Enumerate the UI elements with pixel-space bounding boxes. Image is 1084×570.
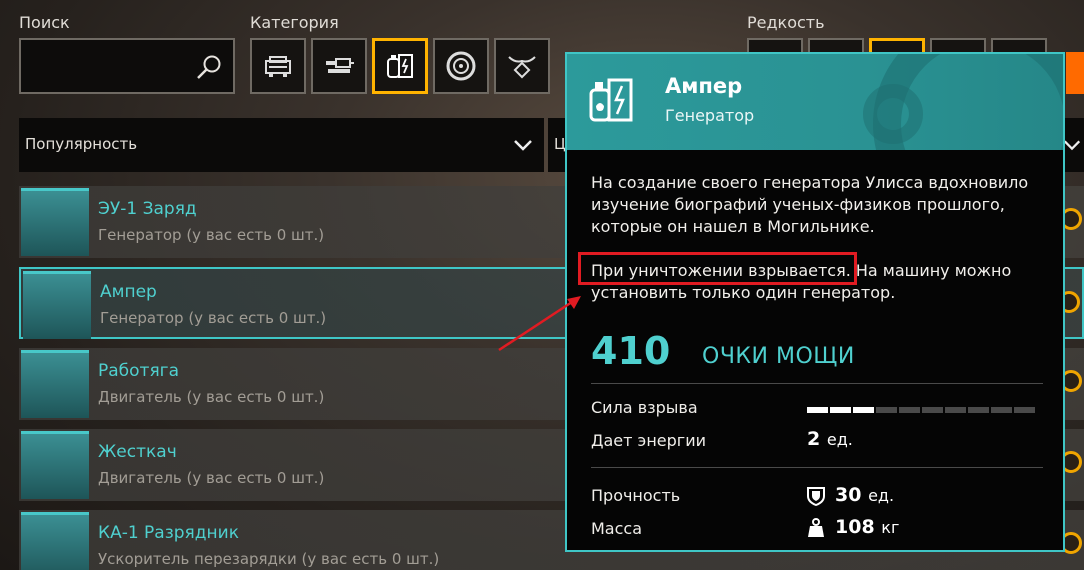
mass-number: 108	[835, 516, 875, 538]
item-name: Жесткач	[98, 442, 177, 462]
power-points-value: 410	[591, 329, 671, 373]
blast-level-segment	[1014, 407, 1035, 413]
chevron-down-icon	[514, 140, 532, 151]
item-name: Работяга	[98, 361, 180, 381]
shield-icon	[807, 487, 825, 506]
annotation-arrow-icon	[498, 296, 581, 352]
item-name: ЭУ-1 Заряд	[98, 199, 197, 219]
item-subtitle: Генератор (у вас есть 0 шт.)	[98, 226, 325, 244]
tooltip-header: Ампер Генератор	[567, 54, 1063, 150]
tooltip-type: Генератор	[665, 106, 755, 125]
category-wheel-button[interactable]	[433, 38, 489, 94]
item-subtitle: Двигатель (у вас есть 0 шт.)	[98, 388, 325, 406]
divider	[591, 467, 1043, 468]
wheel-icon	[446, 51, 476, 81]
item-subtitle: Ускоритель перезарядки (у вас есть 0 шт.…	[98, 550, 440, 568]
energy-value: 2 ед.	[807, 428, 853, 450]
blast-level-segment	[807, 407, 828, 413]
blast-level-segment	[899, 407, 920, 413]
energy-unit: ед.	[826, 430, 853, 449]
item-thumbnail	[23, 271, 91, 339]
blast-level-segment	[922, 407, 943, 413]
item-name: Ампер	[100, 282, 157, 302]
generator-icon	[589, 78, 633, 122]
tooltip-title: Ампер	[665, 74, 743, 98]
sort-dropdown[interactable]: Популярность	[19, 118, 544, 172]
search-icon[interactable]	[195, 53, 223, 81]
rarity-label: Редкость	[747, 13, 825, 32]
cabin-icon	[265, 56, 291, 77]
item-name: КА-1 Разрядник	[98, 523, 239, 543]
blast-level-segment	[853, 407, 874, 413]
durability-unit: ед.	[868, 486, 895, 505]
weight-icon	[808, 518, 824, 537]
energy-label: Дает энергии	[591, 431, 706, 450]
search-input[interactable]	[19, 38, 235, 94]
category-label: Категория	[250, 13, 339, 32]
power-points-label: ОЧКИ МОЩИ	[702, 344, 855, 369]
blast-level-segment	[876, 407, 897, 413]
category-decor-button[interactable]	[494, 38, 550, 94]
durability-value: 30 ед.	[835, 484, 894, 506]
item-tooltip: Ампер Генератор На создание своего генер…	[565, 52, 1065, 552]
blast-level-segment	[968, 407, 989, 413]
blast-level-segment	[830, 407, 851, 413]
generator-icon	[387, 54, 413, 78]
category-weapon-button[interactable]	[311, 38, 367, 94]
item-subtitle: Генератор (у вас есть 0 шт.)	[100, 309, 327, 327]
durability-label: Прочность	[591, 486, 681, 505]
item-thumbnail	[21, 431, 89, 499]
rarity-relic-swatch[interactable]	[1066, 52, 1084, 94]
weapon-icon	[326, 58, 354, 73]
divider	[591, 383, 1043, 384]
item-subtitle: Двигатель (у вас есть 0 шт.)	[98, 469, 325, 487]
item-thumbnail	[21, 350, 89, 418]
mass-unit: кг	[881, 518, 900, 537]
category-generator-button[interactable]	[372, 38, 428, 94]
mass-label: Масса	[591, 519, 643, 538]
chevron-down-icon	[1063, 140, 1081, 151]
tooltip-description: На создание своего генератора Улисса вдо…	[591, 173, 1029, 236]
energy-number: 2	[807, 428, 821, 450]
blast-label: Сила взрыва	[591, 398, 698, 417]
blast-level-bar	[807, 407, 1035, 413]
price-sort-label: Ц	[554, 135, 566, 153]
item-thumbnail	[21, 188, 89, 256]
item-thumbnail	[21, 512, 89, 570]
category-cabin-button[interactable]	[250, 38, 306, 94]
blast-level-segment	[945, 407, 966, 413]
blast-level-segment	[991, 407, 1012, 413]
sort-label: Популярность	[25, 135, 138, 153]
decor-icon	[508, 56, 536, 79]
decor-circle	[863, 84, 923, 144]
search-label: Поиск	[19, 13, 70, 32]
durability-number: 30	[835, 484, 862, 506]
mass-value: 108 кг	[835, 516, 899, 538]
highlight-box	[578, 252, 857, 285]
